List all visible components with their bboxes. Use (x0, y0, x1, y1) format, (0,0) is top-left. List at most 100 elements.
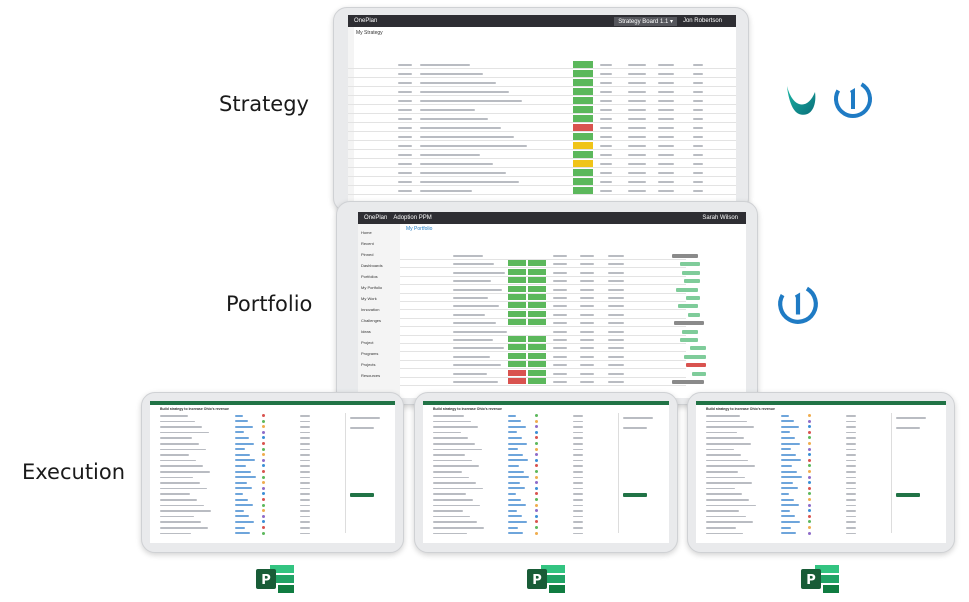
portfolio-row-budget (580, 288, 594, 291)
portfolio-sidebar-item[interactable]: Challenges (361, 318, 381, 323)
exec-progress-bar (508, 526, 518, 529)
portfolio-row-actual (608, 263, 624, 266)
exec-assignee-dot (808, 464, 811, 468)
exec-task-date (846, 426, 856, 428)
strategy-row-category (628, 82, 646, 84)
portfolio-health-cell (508, 260, 526, 267)
portfolio-health-cell (508, 319, 526, 326)
exec-task-name (706, 443, 751, 445)
exec-assignee-dot (262, 492, 265, 496)
exec-progress-bar (508, 498, 521, 501)
exec-task-date (573, 471, 583, 473)
strategy-workspace[interactable]: Strategy Board 1.1 ▾ (614, 16, 677, 26)
portfolio-sidebar-item[interactable]: Dashboards (361, 263, 383, 268)
exec-assignee-dot (535, 464, 538, 468)
portfolio-row-actual (608, 355, 624, 358)
exec-task-name (433, 443, 475, 445)
exec-task-date (300, 443, 310, 445)
strategy-row-date (658, 145, 674, 147)
strategy-row-name (420, 91, 509, 93)
portfolio-row-actual (608, 381, 624, 383)
strategy-row-divider (348, 140, 736, 141)
portfolio-sidebar-item[interactable]: Project (361, 340, 373, 345)
portfolio-status-cell (528, 352, 546, 359)
portfolio-row-name (453, 339, 493, 341)
exec-assignee-dot (808, 425, 811, 429)
strategy-row-value (693, 136, 703, 138)
exec-assignee-dot (808, 520, 811, 524)
exec-task-name (706, 482, 752, 484)
strategy-tablet: OnePlan Strategy Board 1.1 ▾ Jon Roberts… (333, 7, 749, 212)
exec-assignee-dot (808, 498, 811, 501)
strategy-row-divider (348, 158, 736, 159)
portfolio-sidebar-item[interactable]: Programs (361, 351, 378, 356)
exec-task-date (846, 521, 856, 523)
portfolio-tablet: OnePlan Adoption PPM Sarah Wilson Home Re… (336, 201, 758, 405)
portfolio-row-date (553, 280, 567, 283)
portfolio-sidebar-item[interactable]: Resources (361, 373, 380, 378)
gantt-bar (680, 338, 698, 342)
exec-task-date (300, 515, 310, 518)
exec-task-date (573, 426, 583, 428)
exec-panel-button (623, 493, 647, 497)
portfolio-sidebar-item[interactable]: Recent (361, 241, 374, 246)
exec-progress-bar (781, 481, 793, 484)
portfolio-page-title: My Portfolio (406, 226, 433, 232)
strategy-row-name (420, 127, 501, 129)
gantt-bar (686, 363, 706, 368)
portfolio-row-budget (580, 372, 594, 375)
exec-task-name (160, 471, 210, 473)
portfolio-sidebar-item[interactable]: My Work (361, 296, 377, 301)
strategy-row-date (658, 181, 674, 183)
portfolio-sidebar-item[interactable]: Home (361, 230, 372, 235)
exec-progress-bar (235, 476, 256, 479)
exec-assignee-dot (535, 436, 538, 440)
exec-progress-bar (508, 520, 527, 523)
exec-task-date (300, 415, 310, 417)
strategy-row-owner (600, 82, 612, 84)
exec-progress-bar (508, 509, 517, 512)
strategy-row-owner (600, 190, 612, 192)
exec-task-name (706, 515, 746, 518)
strategy-status-cell (573, 178, 593, 185)
portfolio-sidebar-item[interactable]: Innovation (361, 307, 379, 312)
exec-task-name (433, 527, 484, 529)
exec-task-date (846, 504, 856, 507)
exec-progress-bar (508, 459, 528, 462)
exec-task-name (160, 510, 211, 512)
portfolio-row-name (453, 313, 485, 316)
strategy-status-cell (573, 133, 593, 140)
portfolio-sidebar-item[interactable]: Portfolios (361, 274, 378, 279)
exec-task-date (300, 471, 310, 473)
portfolio-row-budget (580, 347, 594, 350)
strategy-row-owner (600, 91, 612, 93)
strategy-sidebar (348, 27, 354, 205)
portfolio-row-actual (608, 313, 624, 316)
exec-task-date (846, 431, 856, 434)
portfolio-row-actual (608, 330, 624, 333)
portfolio-workspace[interactable]: Adoption PPM (393, 215, 431, 221)
portfolio-sidebar-item[interactable]: Ideas (361, 329, 371, 334)
strategy-row-category (628, 127, 646, 129)
exec-assignee-dot (262, 486, 265, 490)
strategy-row-type (398, 163, 412, 165)
portfolio-health-cell (508, 378, 526, 384)
exec-progress-bar (235, 459, 255, 462)
strategy-row-name (420, 163, 493, 165)
portfolio-sidebar-item[interactable]: My Portfolio (361, 285, 382, 290)
portfolio-status-cell (528, 319, 546, 326)
exec-progress-bar (781, 459, 801, 462)
exec-task-name (433, 459, 472, 462)
portfolio-sidebar-item[interactable]: Pinned (361, 252, 373, 257)
portfolio-sidebar-item[interactable]: Projects (361, 362, 375, 367)
exec-progress-bar (508, 414, 516, 417)
exec-progress-bar (235, 487, 252, 490)
exec-task-name (160, 465, 203, 467)
exec-progress-bar (235, 420, 248, 423)
exec-progress-bar (235, 492, 243, 495)
strategy-row-divider (348, 122, 736, 123)
exec-task-name (706, 499, 749, 501)
exec-task-name (433, 426, 478, 428)
exec-task-name (160, 482, 200, 484)
gantt-bar (672, 380, 704, 384)
